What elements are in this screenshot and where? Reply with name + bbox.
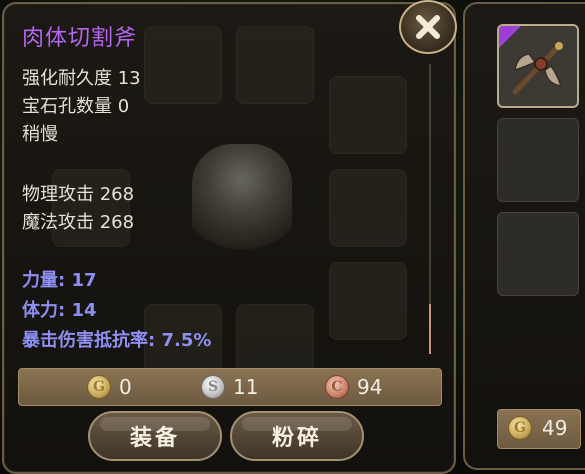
empty-item-slot[interactable] bbox=[497, 212, 579, 296]
attr-crit-damage-resist: 暴击伤害抵抗率: 7.5% bbox=[22, 330, 212, 351]
price-silver: 11 bbox=[233, 375, 259, 399]
equip-button[interactable]: 装备 bbox=[88, 411, 222, 461]
sell-price-bar: G 0 S 11 C 94 bbox=[18, 368, 442, 406]
attr-strength: 力量: 17 bbox=[22, 270, 97, 291]
inventory-slot-ghost bbox=[329, 76, 407, 154]
smash-button[interactable]: 粉碎 bbox=[230, 411, 364, 461]
stat-physical-attack: 物理攻击 268 bbox=[22, 184, 135, 205]
stat-attack-speed: 稍慢 bbox=[22, 124, 58, 145]
side-gold-value: 49 bbox=[542, 416, 568, 440]
item-name: 肉体切割斧 bbox=[22, 26, 138, 51]
gold-coin-icon: G bbox=[508, 416, 532, 440]
close-button[interactable] bbox=[399, 0, 457, 54]
attr-stamina: 体力: 14 bbox=[22, 300, 97, 321]
inventory-slot-ghost bbox=[236, 26, 314, 104]
empty-item-slot[interactable] bbox=[497, 118, 579, 202]
gold-coin-icon: G bbox=[87, 375, 111, 399]
silver-coin-icon: S bbox=[201, 375, 225, 399]
close-icon bbox=[416, 15, 440, 39]
axe-icon bbox=[512, 42, 563, 95]
price-gold: 0 bbox=[119, 375, 132, 399]
selected-item-slot[interactable] bbox=[497, 24, 579, 108]
item-tooltip-panel: 肉体切割斧 强化耐久度 13 宝石孔数量 0 稍慢 物理攻击 268 魔法攻击 … bbox=[2, 2, 456, 474]
inventory-slot-ghost bbox=[144, 26, 222, 104]
stat-magic-attack: 魔法攻击 268 bbox=[22, 212, 135, 233]
copper-coin-icon: C bbox=[325, 375, 349, 399]
inventory-slot-ghost bbox=[329, 169, 407, 247]
price-copper: 94 bbox=[357, 375, 383, 399]
character-preview bbox=[192, 144, 292, 264]
tooltip-scrollbar-thumb[interactable] bbox=[429, 304, 431, 354]
stat-gem-slots: 宝石孔数量 0 bbox=[22, 96, 130, 117]
stat-enhance-durability: 强化耐久度 13 bbox=[22, 68, 141, 89]
inventory-slot-ghost bbox=[329, 262, 407, 340]
side-gold-display: G 49 bbox=[497, 409, 581, 449]
